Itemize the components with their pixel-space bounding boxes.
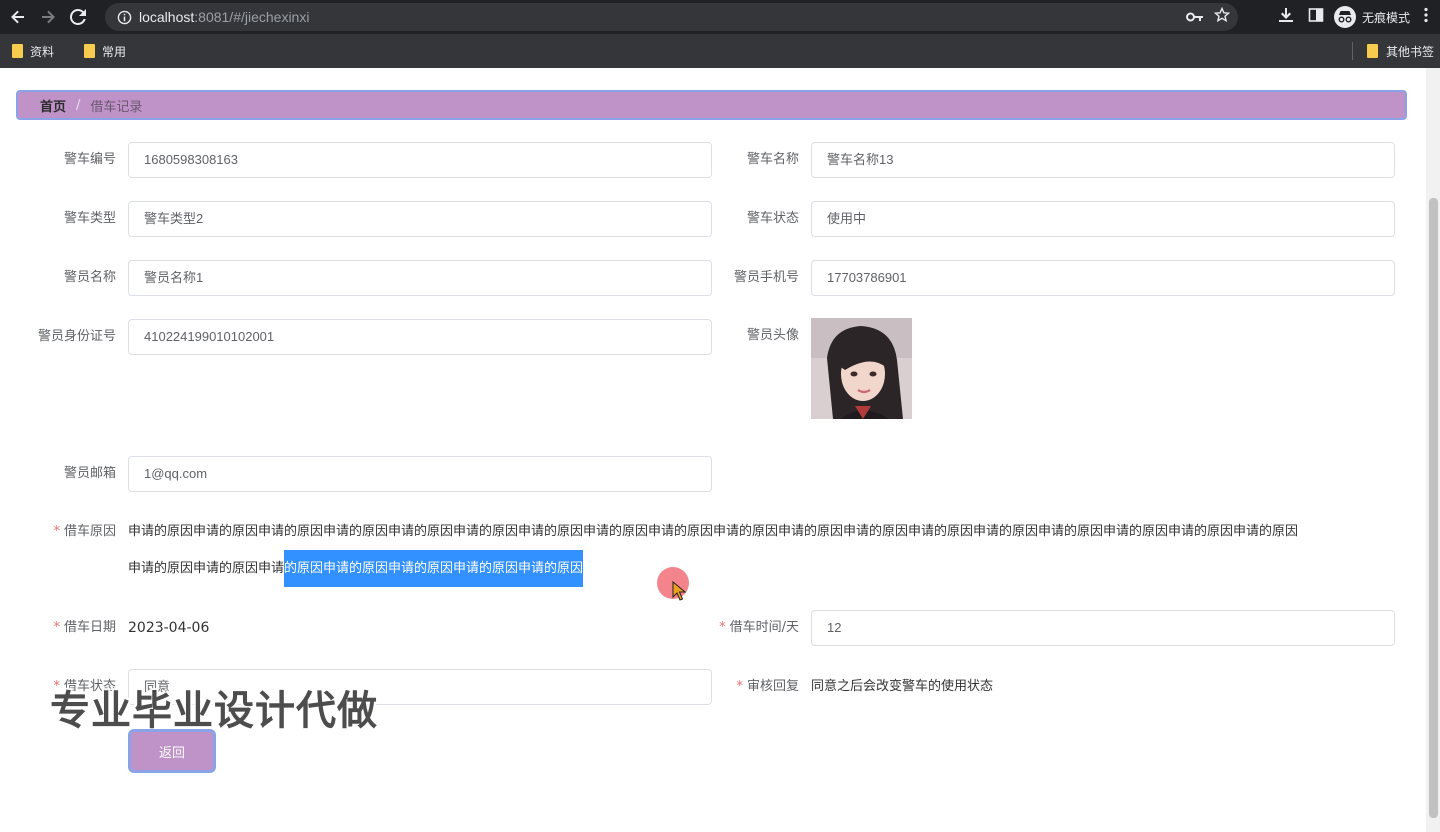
car-no-label: 警车编号 [63,152,116,167]
officer-id-label: 警员身份证号 [37,329,116,344]
officer-id-input[interactable]: 410224199010102001 [128,319,712,355]
borrow-date-value: 2023-04-06 [128,620,210,636]
officer-email-input[interactable]: 1@qq.com [128,456,712,492]
folder-icon [84,44,96,58]
breadcrumb: 首页 / 借车记录 [16,90,1407,120]
star-icon[interactable] [1213,6,1231,27]
site-info-icon[interactable] [111,4,137,30]
page-content: 首页 / 借车记录 警车编号 1680598308163 警车名称 警车名称13… [0,68,1440,832]
back-button[interactable]: 返回 [128,729,216,773]
borrow-reason-plain: 申请的原因申请的原因申请 [128,561,285,576]
incognito-indicator[interactable]: 无痕模式 [1333,6,1410,28]
breadcrumb-current: 借车记录 [90,99,143,115]
scrollbar-thumb[interactable] [1429,198,1438,818]
review-reply-label: * 审核回复 [689,669,799,705]
url-host: localhost [139,9,195,25]
borrow-date-label-text: 借车日期 [63,620,116,635]
review-reply-value: 同意之后会改变警车的使用状态 [811,679,994,694]
bookmark-label: 资料 [30,44,55,59]
folder-icon [1366,44,1378,58]
reload-icon[interactable] [63,2,93,32]
borrow-reason-line-2: 申请的原因申请的原因申请的原因申请的原因申请的原因申请的原因申请的原因 [128,550,1398,587]
borrow-reason-text[interactable]: 申请的原因申请的原因申请的原因申请的原因申请的原因申请的原因申请的原因申请的原因… [128,513,1398,587]
borrow-reason-selected: 的原因申请的原因申请的原因申请的原因申请的原因 [284,550,584,587]
incognito-label: 无痕模式 [1361,10,1410,25]
borrow-days-label-text: 借车时间/天 [729,620,799,635]
review-reply-label-text: 审核回复 [746,679,799,694]
download-icon[interactable] [1278,7,1294,27]
borrow-reason-line-1: 申请的原因申请的原因申请的原因申请的原因申请的原因申请的原因申请的原因申请的原因… [128,524,1299,539]
borrow-date-label: * 借车日期 [6,610,116,646]
required-star: * [53,620,60,635]
borrow-days-label: * 借车时间/天 [689,610,799,646]
car-status-input[interactable]: 使用中 [811,201,1395,237]
address-bar[interactable]: localhost:8081/#/jiechexinxi [105,3,1238,31]
borrow-reason-label-text: 借车原因 [63,524,116,539]
officer-avatar-image [811,318,912,419]
watermark-text: 专业毕业设计代做 [50,688,378,734]
car-no-input[interactable]: 1680598308163 [128,142,712,178]
browser-toolbar: localhost:8081/#/jiechexinxi 无痕模式 [0,0,1440,34]
required-star: * [736,679,743,694]
mouse-cursor-icon [672,580,687,605]
incognito-icon [1333,6,1356,28]
bookmark-label: 常用 [102,44,127,59]
car-name-label: 警车名称 [746,152,799,167]
borrow-reason-label: * 借车原因 [6,514,116,550]
back-arrow-icon[interactable] [3,2,33,32]
car-type-label: 警车类型 [63,211,116,226]
forward-arrow-icon[interactable] [33,2,63,32]
key-icon[interactable] [1186,8,1204,27]
bookmarks-divider [1351,42,1353,60]
url-text: localhost:8081/#/jiechexinxi [139,9,309,25]
bookmark-folder-1[interactable]: 资料 [12,43,54,60]
officer-phone-input[interactable]: 17703786901 [811,260,1395,296]
officer-name-label: 警员名称 [63,270,116,285]
breadcrumb-home[interactable]: 首页 [40,96,66,115]
scrollbar[interactable] [1426,68,1440,832]
folder-icon [12,44,23,58]
bookmarks-bar: 资料 常用 其他书签 [0,34,1440,68]
officer-phone-label: 警员手机号 [733,270,799,285]
car-status-label: 警车状态 [746,211,799,226]
officer-name-input[interactable]: 警员名称1 [128,260,712,296]
borrow-days-input[interactable]: 12 [811,610,1395,646]
car-type-input[interactable]: 警车类型2 [128,201,712,237]
officer-email-label: 警员邮箱 [63,466,116,481]
bookmark-folder-2[interactable]: 常用 [84,43,126,60]
more-menu-icon[interactable] [1424,7,1428,27]
side-panel-icon[interactable] [1308,7,1324,27]
url-path: :8081/#/jiechexinxi [194,9,310,25]
required-star: * [53,524,60,539]
officer-avatar-label: 警员头像 [746,328,799,343]
required-star: * [719,620,726,635]
car-name-input[interactable]: 警车名称13 [811,142,1395,178]
other-bookmarks[interactable]: 其他书签 [1386,43,1434,60]
breadcrumb-separator: / [76,97,81,113]
